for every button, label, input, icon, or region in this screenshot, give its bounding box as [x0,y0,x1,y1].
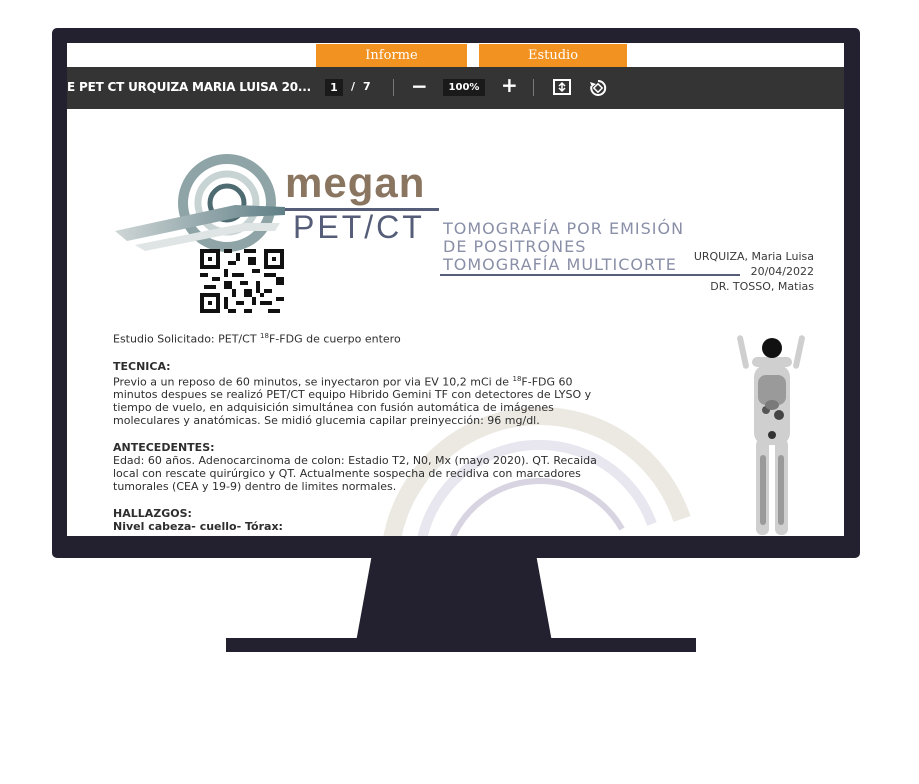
document-page: megan PET/CT TOMOGRAFÍA POR EMISIÓN DE P… [67,109,844,536]
logo-tagline-3: TOMOGRAFÍA MULTICORTE [443,255,677,274]
tab-estudio[interactable]: Estudio [479,44,627,67]
zoom-level-input[interactable]: 100% [443,79,485,96]
report-body: Estudio Solicitado: PET/CT 18F-FDG de cu… [113,330,703,533]
toolbar-divider [393,79,394,96]
hallazgos-heading: HALLAZGOS: [113,507,192,521]
tecnica-line: Previo a un reposo de 60 minutos, se iny… [113,374,573,389]
antecedentes-heading: ANTECEDENTES: [113,441,215,455]
monitor-stand-neck [356,556,552,642]
tab-informe[interactable]: Informe [316,44,467,67]
logo-tagline-1: TOMOGRAFÍA POR EMISIÓN [443,219,685,238]
logo-brand-text: megan [285,159,426,206]
total-pages: 7 [363,80,371,93]
document-title: E PET CT URQUIZA MARIA LUISA 20... [67,80,311,94]
rotate-icon[interactable] [588,78,608,102]
tabs-bar: Informe Estudio [67,43,844,67]
logo-tagline-2: DE POSITRONES [443,237,587,256]
megan-logo-graphic [115,154,285,252]
pdf-viewer-toolbar: E PET CT URQUIZA MARIA LUISA 20... 1 / 7… [67,67,844,109]
study-requested: Estudio Solicitado: PET/CT 18F-FDG de cu… [113,332,401,346]
fit-page-icon[interactable] [553,79,571,99]
tecnica-heading: TECNICA: [113,359,171,373]
patient-name: URQUIZA, Maria Luisa [693,250,814,263]
monitor-stand-base [226,638,696,652]
page-separator: / [351,80,356,93]
tecnica-line: minutos despues se realizó PET/CT equipo… [113,388,592,402]
zoom-in-button[interactable]: + [501,74,518,96]
hallazgos-subheading: Nivel cabeza- cuello- Tórax: [113,520,283,534]
antecedentes-line: tumorales (CEA y 19-9) dentro de limites… [113,480,397,494]
antecedentes-line: local con rescate quirúrgico y QT. Actua… [113,467,581,481]
zoom-out-button[interactable]: − [411,75,428,97]
tecnica-line: tiempo de vuelo, en adquisición simultán… [113,401,554,415]
study-date: 20/04/2022 [750,265,814,278]
monitor-screen: Informe Estudio E PET CT URQUIZA MARIA L… [67,43,844,536]
toolbar-divider [533,79,534,96]
doctor-name: DR. TOSSO, Matias [710,280,814,293]
antecedentes-line: Edad: 60 años. Adenocarcinoma de colon: … [113,454,597,468]
patient-info: URQUIZA, Maria Luisa 20/04/2022 DR. TOSS… [694,249,814,294]
pet-scan-image [737,335,805,535]
current-page-input[interactable]: 1 [325,79,343,96]
qr-code [200,249,284,313]
tecnica-line: moleculares y anatómicas. Se midió gluce… [113,414,540,428]
logo-petct-text: PET/CT [293,209,425,245]
